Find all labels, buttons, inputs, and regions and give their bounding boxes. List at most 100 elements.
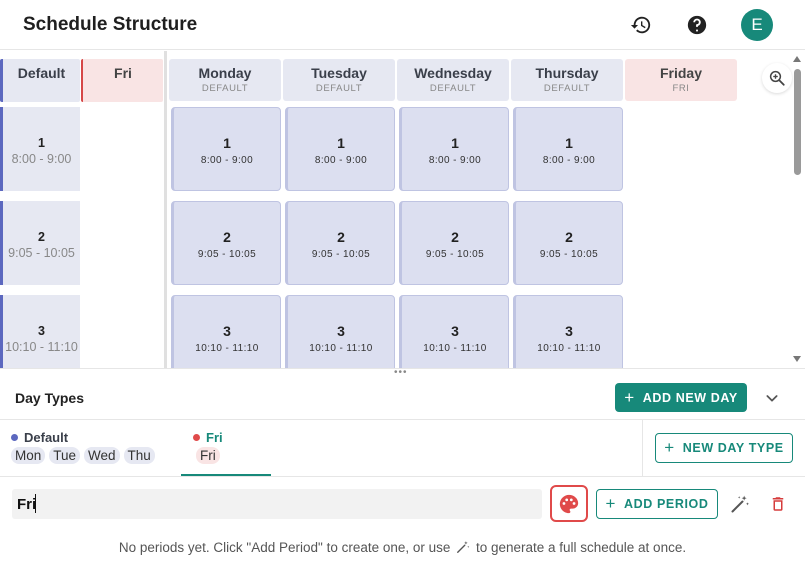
column-day-name: Tuesday — [311, 65, 367, 81]
period-time: 9:05 - 10:05 — [197, 249, 257, 260]
add-period-button[interactable]: + ADD PERIOD — [596, 489, 718, 519]
add-new-day-label: ADD NEW DAY — [642, 390, 738, 405]
period-number: 2 — [337, 229, 345, 245]
period-number: 3 — [337, 323, 345, 339]
column-header-thursday[interactable]: Thursday DEFAULT — [511, 59, 623, 101]
tab-fri[interactable]: Fri Fri — [181, 420, 271, 477]
magic-wand-icon — [731, 495, 749, 513]
sidebar-period-2[interactable]: 2 9:05 - 10:05 — [0, 201, 80, 285]
column-day-name: Thursday — [535, 65, 599, 81]
zoom-button[interactable] — [762, 63, 792, 93]
day-chip: Thu — [123, 447, 155, 464]
column-day-type: DEFAULT — [429, 83, 477, 94]
plus-icon: + — [624, 387, 635, 407]
period-card-monday-1[interactable]: 1 8:00 - 9:00 — [171, 107, 281, 191]
color-picker-button[interactable] — [550, 485, 588, 522]
scroll-down-arrow[interactable] — [793, 356, 801, 362]
sidebar-period-3[interactable]: 3 10:10 - 11:10 — [0, 295, 80, 368]
period-number: 2 — [565, 229, 573, 245]
magic-wand-icon — [457, 541, 470, 553]
period-number: 3 — [223, 323, 231, 339]
column-header-monday[interactable]: Monday DEFAULT — [169, 59, 281, 101]
app-window: Schedule Structure E Default Fri 1 8:00 … — [0, 0, 805, 576]
column-header-tuesday[interactable]: Tuesday DEFAULT — [283, 59, 395, 101]
grid-scrollbar[interactable] — [791, 51, 805, 368]
day-chip: Mon — [11, 447, 46, 464]
drag-dots-icon: ••• — [394, 367, 408, 378]
period-card-monday-3[interactable]: 3 10:10 - 11:10 — [171, 295, 281, 368]
page-title: Schedule Structure — [23, 14, 198, 35]
column-header-wednesday[interactable]: Wednesday DEFAULT — [397, 59, 509, 101]
tab-default-days: Mon Tue Wed Thu — [11, 447, 155, 464]
period-time: 8:00 - 9:00 — [314, 155, 368, 166]
day-chip: Wed — [84, 447, 120, 464]
sidebar-period-1[interactable]: 1 8:00 - 9:00 — [0, 107, 80, 191]
period-card-tuesday-3[interactable]: 3 10:10 - 11:10 — [285, 295, 395, 368]
period-time: 10:10 - 11:10 — [309, 343, 373, 354]
tab-fri-title: Fri — [193, 430, 223, 445]
period-card-thursday-3[interactable]: 3 10:10 - 11:10 — [513, 295, 623, 368]
period-time: 9:05 - 10:05 — [425, 249, 485, 260]
sidebar-header-fri[interactable]: Fri — [81, 59, 163, 102]
period-card-monday-2[interactable]: 2 9:05 - 10:05 — [171, 201, 281, 285]
period-time: 8:00 - 9:00 — [200, 155, 254, 166]
period-number: 1 — [337, 135, 345, 151]
day-type-name-input[interactable] — [12, 489, 542, 519]
day-type-tabs: Default Mon Tue Wed Thu Fri Fri + NEW DA… — [0, 419, 805, 477]
period-time: 8:00 - 9:00 — [11, 152, 72, 166]
column-day-type: DEFAULT — [201, 83, 249, 94]
panel-resize-handle[interactable]: ••• — [0, 367, 805, 378]
period-card-wednesday-3[interactable]: 3 10:10 - 11:10 — [399, 295, 509, 368]
period-card-thursday-2[interactable]: 2 9:05 - 10:05 — [513, 201, 623, 285]
column-divider[interactable] — [164, 51, 167, 368]
generate-schedule-button[interactable] — [728, 492, 752, 516]
history-button[interactable] — [625, 9, 657, 41]
new-day-type-button[interactable]: + NEW DAY TYPE — [655, 433, 793, 463]
add-new-day-button[interactable]: + ADD NEW DAY — [615, 383, 747, 412]
tabs-separator — [642, 420, 643, 477]
period-number: 2 — [38, 230, 45, 244]
avatar[interactable]: E — [741, 9, 773, 41]
hint-text-end: to generate a full schedule at once. — [475, 540, 687, 555]
period-time: 8:00 - 9:00 — [428, 155, 482, 166]
period-card-wednesday-2[interactable]: 2 9:05 - 10:05 — [399, 201, 509, 285]
plus-icon: + — [664, 438, 675, 457]
plus-icon: + — [605, 494, 617, 513]
period-time: 10:10 - 11:10 — [195, 343, 259, 354]
period-number: 2 — [451, 229, 459, 245]
period-number: 3 — [565, 323, 573, 339]
tab-default[interactable]: Default Mon Tue Wed Thu — [0, 420, 180, 477]
period-time: 9:05 - 10:05 — [311, 249, 371, 260]
new-day-type-label: NEW DAY TYPE — [682, 441, 784, 455]
tab-fri-days: Fri — [196, 447, 220, 464]
zoom-in-icon — [769, 70, 785, 86]
period-card-thursday-1[interactable]: 1 8:00 - 9:00 — [513, 107, 623, 191]
period-number: 1 — [451, 135, 459, 151]
sidebar-header-default[interactable]: Default — [0, 59, 80, 102]
period-number: 2 — [223, 229, 231, 245]
day-chip: Fri — [196, 447, 220, 464]
hint-text-start: No periods yet. Click "Add Period" to cr… — [118, 540, 451, 555]
period-number: 1 — [223, 135, 231, 151]
column-day-name: Monday — [198, 65, 252, 81]
schedule-grid: Default Fri 1 8:00 - 9:00 2 9:05 - 10:05… — [0, 51, 805, 368]
period-time: 8:00 - 9:00 — [542, 155, 596, 166]
scroll-up-arrow[interactable] — [793, 56, 801, 62]
collapse-button[interactable] — [760, 386, 784, 410]
column-day-name: Wednesday — [414, 65, 492, 81]
column-header-friday[interactable]: Friday FRI — [625, 59, 737, 101]
day-types-title: Day Types — [15, 390, 84, 406]
period-number: 3 — [451, 323, 459, 339]
color-dot-icon — [11, 434, 18, 441]
column-day-type: FRI — [672, 83, 690, 94]
help-button[interactable] — [681, 9, 713, 41]
scroll-thumb[interactable] — [794, 69, 801, 175]
period-card-tuesday-2[interactable]: 2 9:05 - 10:05 — [285, 201, 395, 285]
period-card-wednesday-1[interactable]: 1 8:00 - 9:00 — [399, 107, 509, 191]
delete-day-type-button[interactable] — [766, 492, 790, 516]
column-day-type: DEFAULT — [315, 83, 363, 94]
tab-default-title: Default — [11, 430, 68, 445]
chevron-down-icon — [766, 395, 778, 402]
column-day-name: Friday — [659, 65, 702, 81]
period-card-tuesday-1[interactable]: 1 8:00 - 9:00 — [285, 107, 395, 191]
